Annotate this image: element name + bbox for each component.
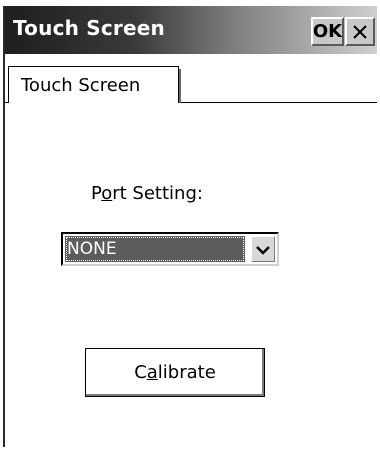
touch-screen-window: Touch Screen OK Touch Screen Port Settin… — [3, 6, 377, 447]
port-setting-select[interactable]: NONE — [61, 232, 279, 266]
chevron-down-icon — [256, 240, 270, 259]
title-bar: Touch Screen OK — [5, 6, 377, 54]
window-title: Touch Screen — [13, 16, 165, 40]
tab-label: Touch Screen — [21, 74, 141, 96]
ok-button-label: OK — [312, 21, 343, 42]
close-icon — [352, 24, 368, 40]
tab-strip: Touch Screen — [5, 54, 377, 103]
tab-touch-screen[interactable]: Touch Screen — [8, 66, 181, 103]
tab-divider-left — [5, 102, 8, 103]
port-setting-label: Port Setting: — [91, 183, 203, 204]
dropdown-arrow-button[interactable] — [251, 236, 275, 262]
calibrate-button[interactable]: Ca librate — [85, 348, 265, 397]
ok-button[interactable]: OK — [311, 17, 344, 46]
port-setting-value: NONE — [65, 236, 245, 262]
tab-divider — [181, 102, 377, 103]
close-button[interactable] — [345, 17, 375, 46]
